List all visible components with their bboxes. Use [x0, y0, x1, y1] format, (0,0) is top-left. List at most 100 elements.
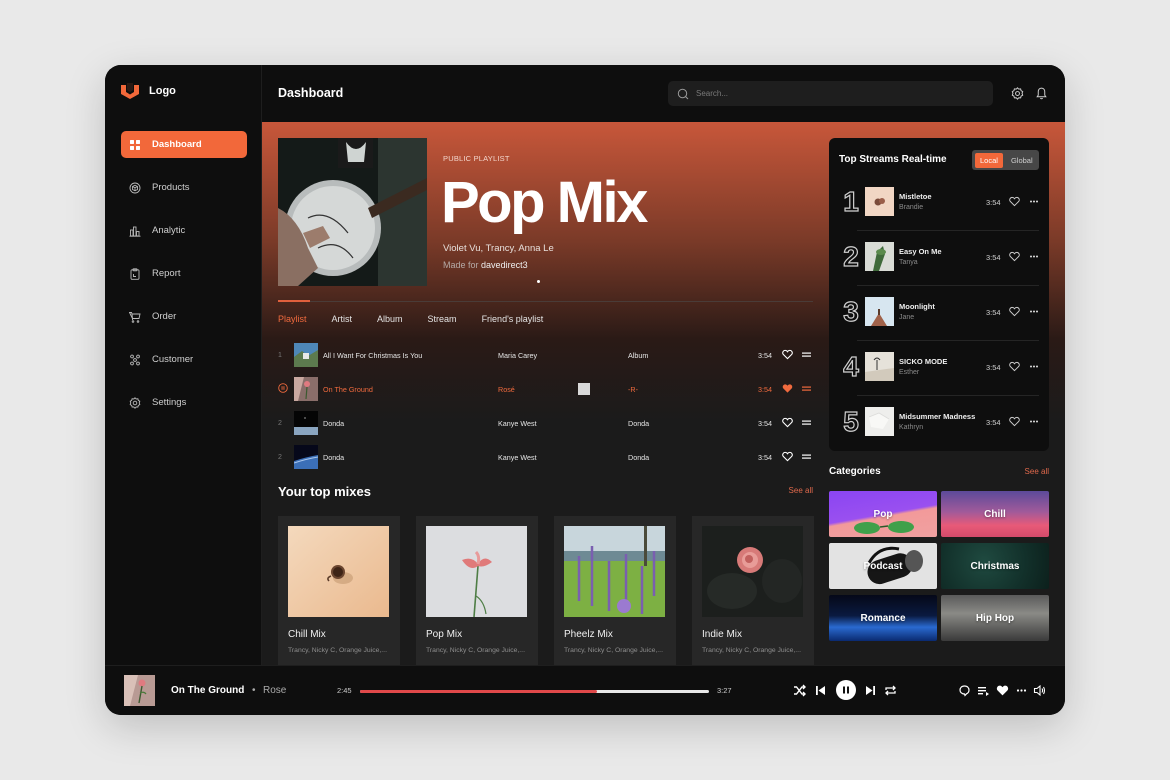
- more-options-icon[interactable]: [1029, 416, 1039, 427]
- track-row[interactable]: 2 Donda Kanye West Donda 3:54: [278, 440, 813, 474]
- stream-rank: 1: [843, 185, 860, 217]
- carousel-dot[interactable]: [537, 280, 540, 283]
- track-album[interactable]: Album: [628, 351, 648, 360]
- track-title: Donda: [323, 418, 345, 428]
- stream-row[interactable]: 3 Moonlight Jane 3:54: [839, 288, 1039, 342]
- stream-artist[interactable]: Esther: [899, 369, 919, 376]
- tab-stream[interactable]: Stream: [428, 314, 457, 324]
- search-input[interactable]: [696, 89, 976, 98]
- play-pause-button[interactable]: [836, 680, 856, 700]
- sidebar-item-settings[interactable]: Settings: [121, 389, 247, 416]
- queue-icon[interactable]: [977, 684, 990, 697]
- heart-outline-icon[interactable]: [782, 417, 793, 428]
- heart-outline-icon[interactable]: [1009, 416, 1020, 427]
- track-album[interactable]: -R-: [628, 385, 638, 394]
- volume-icon[interactable]: [1033, 684, 1046, 697]
- stream-duration: 3:54: [986, 308, 1001, 317]
- track-row-playing[interactable]: On The Ground Rosé -R- 3:54: [278, 372, 813, 406]
- drag-handle-icon[interactable]: [802, 418, 811, 427]
- track-row[interactable]: 1 All I Want For Christmas Is You Maria …: [278, 338, 813, 372]
- stream-artist[interactable]: Brandie: [899, 204, 923, 211]
- top-mixes-see-all-link[interactable]: See all: [789, 486, 813, 495]
- sidebar-item-order[interactable]: Order: [121, 303, 247, 330]
- progress-bar[interactable]: [360, 690, 709, 693]
- logo[interactable]: Logo: [121, 83, 176, 99]
- more-options-icon[interactable]: [1029, 251, 1039, 262]
- heart-outline-icon[interactable]: [1009, 306, 1020, 317]
- drag-handle-icon[interactable]: [802, 452, 811, 461]
- stream-row[interactable]: 1 Mistletoe Brandie 3:54: [839, 178, 1039, 232]
- sidebar-item-analytic[interactable]: Analytic: [121, 217, 247, 244]
- lyrics-icon[interactable]: [958, 684, 971, 697]
- heart-outline-icon[interactable]: [1009, 251, 1020, 262]
- pause-circle-icon[interactable]: [278, 383, 288, 393]
- more-options-icon[interactable]: [1029, 196, 1039, 207]
- now-playing-artist[interactable]: Rose: [263, 685, 286, 696]
- mix-card[interactable]: Chill Mix Trancy, Nicky C, Orange Juice,…: [278, 516, 400, 665]
- shuffle-icon[interactable]: [793, 684, 806, 697]
- sidebar-item-label: Report: [152, 268, 181, 279]
- next-track-icon[interactable]: [864, 684, 877, 697]
- track-duration: 3:54: [758, 384, 772, 394]
- search-box[interactable]: [668, 81, 993, 106]
- mix-card[interactable]: Pop Mix Trancy, Nicky C, Orange Juice,..…: [416, 516, 538, 665]
- category-hip-hop[interactable]: Hip Hop: [941, 595, 1049, 641]
- stream-artist[interactable]: Jane: [899, 314, 914, 321]
- category-christmas[interactable]: Christmas: [941, 543, 1049, 589]
- stream-row[interactable]: 4 SICKO MODE Esther 3:54: [839, 343, 1039, 397]
- heart-outline-icon[interactable]: [782, 349, 793, 360]
- more-options-icon[interactable]: [1015, 684, 1028, 697]
- tab-friends-playlist[interactable]: Friend's playlist: [482, 314, 544, 324]
- category-label: Christmas: [970, 560, 1020, 572]
- stream-row[interactable]: 2 Easy On Me Tanya 3:54: [839, 233, 1039, 287]
- heart-outline-icon[interactable]: [1009, 361, 1020, 372]
- stream-artist[interactable]: Kathryn: [899, 424, 923, 431]
- repeat-icon[interactable]: [884, 684, 897, 697]
- toggle-local[interactable]: Local: [975, 152, 1003, 168]
- sidebar-item-products[interactable]: Products: [121, 174, 247, 201]
- sidebar-item-dashboard[interactable]: Dashboard: [121, 131, 247, 158]
- track-artist[interactable]: Rosé: [498, 385, 628, 394]
- track-album[interactable]: Donda: [628, 453, 649, 462]
- mix-card[interactable]: Indie Mix Trancy, Nicky C, Orange Juice,…: [692, 516, 814, 665]
- stream-song: Easy On Me: [899, 247, 942, 256]
- category-pop[interactable]: Pop: [829, 491, 937, 537]
- stream-song: Midsummer Madness: [899, 412, 976, 421]
- progress-fill: [360, 690, 598, 693]
- drag-handle-icon[interactable]: [802, 384, 811, 393]
- bell-icon[interactable]: [1035, 87, 1048, 100]
- track-artist[interactable]: Kanye West: [498, 453, 628, 462]
- more-options-icon[interactable]: [1029, 306, 1039, 317]
- sidebar-item-label: Customer: [152, 354, 194, 365]
- categories-see-all-link[interactable]: See all: [1025, 467, 1049, 476]
- sidebar-item-customer[interactable]: Customer: [121, 346, 247, 373]
- previous-track-icon[interactable]: [814, 684, 827, 697]
- track-album[interactable]: Donda: [628, 419, 649, 428]
- track-artist[interactable]: Maria Carey: [498, 351, 628, 360]
- made-for-user[interactable]: davedirect3: [481, 260, 528, 270]
- tab-album[interactable]: Album: [377, 314, 403, 324]
- heart-outline-icon[interactable]: [1009, 196, 1020, 207]
- heart-filled-icon[interactable]: [996, 684, 1009, 697]
- category-podcast[interactable]: Podcast: [829, 543, 937, 589]
- stream-row[interactable]: 5 Midsummer Madness Kathryn 3:54: [839, 398, 1039, 452]
- stream-artist[interactable]: Tanya: [899, 259, 918, 266]
- local-global-toggle: Local Global: [972, 150, 1039, 170]
- mix-card[interactable]: Pheelz Mix Trancy, Nicky C, Orange Juice…: [554, 516, 676, 665]
- drag-handle-icon[interactable]: [802, 350, 811, 359]
- tab-artist[interactable]: Artist: [332, 314, 353, 324]
- tab-playlist[interactable]: Playlist: [278, 314, 307, 324]
- current-time: 2:45: [337, 686, 352, 695]
- track-artist[interactable]: Kanye West: [498, 419, 628, 428]
- category-chill[interactable]: Chill: [941, 491, 1049, 537]
- sidebar-item-label: Order: [152, 311, 177, 322]
- sidebar-item-report[interactable]: Report: [121, 260, 247, 287]
- heart-filled-icon[interactable]: [782, 383, 793, 394]
- toggle-global[interactable]: Global: [1006, 153, 1038, 168]
- settings-gear-icon[interactable]: [1011, 87, 1024, 100]
- track-row[interactable]: 2 Donda Kanye West Donda 3:54: [278, 406, 813, 440]
- now-playing-title[interactable]: On The Ground: [171, 685, 244, 696]
- category-romance[interactable]: Romance: [829, 595, 937, 641]
- heart-outline-icon[interactable]: [782, 451, 793, 462]
- more-options-icon[interactable]: [1029, 361, 1039, 372]
